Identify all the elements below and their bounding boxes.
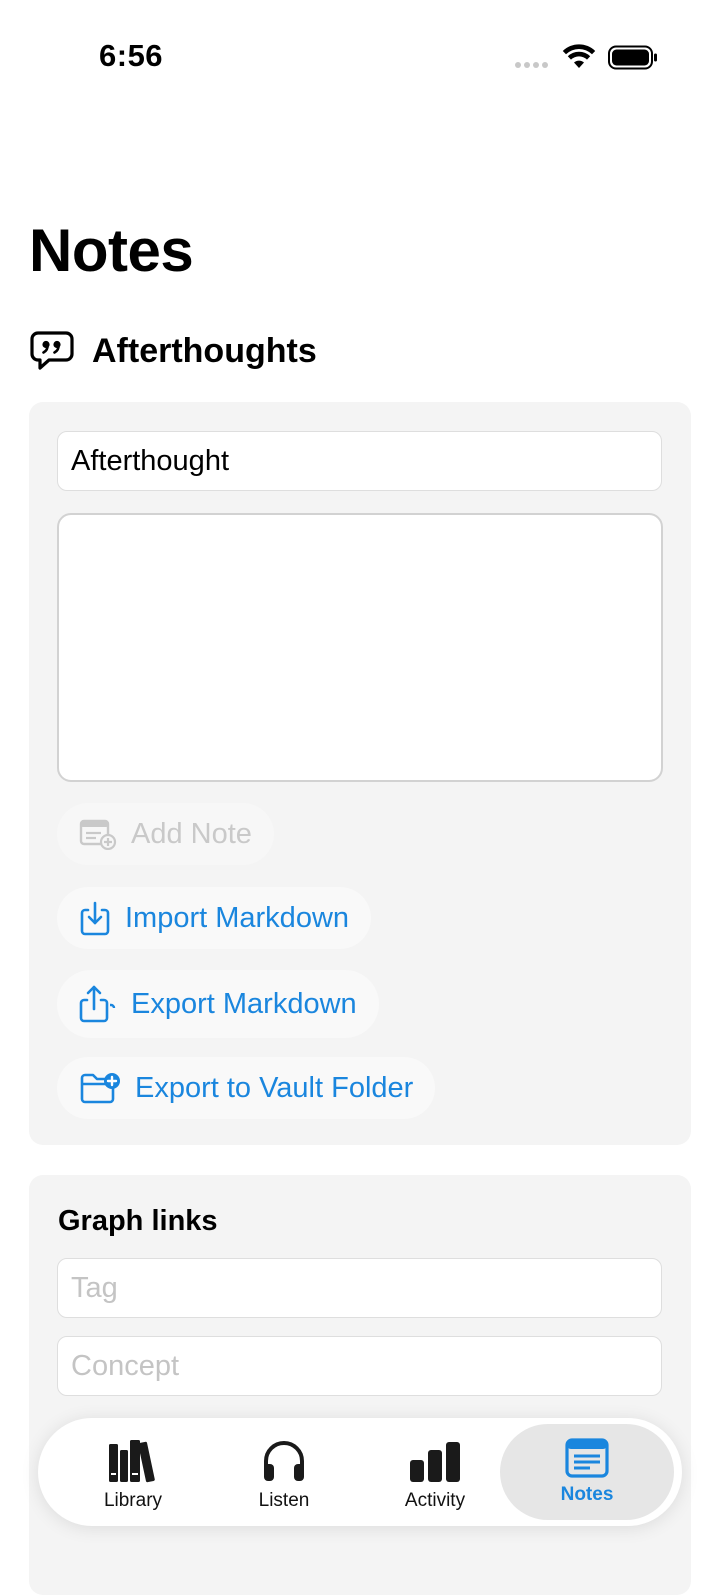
tab-activity-label: Activity	[404, 1490, 466, 1511]
books-icon	[109, 1440, 155, 1483]
export-icon	[79, 985, 116, 1023]
headphones-icon	[264, 1441, 304, 1481]
tab-bar: Library Listen Activity Notes	[38, 1418, 682, 1526]
graph-links-card: Graph links	[29, 1175, 691, 1595]
tab-listen[interactable]: Listen	[202, 1424, 366, 1520]
status-time: 6:56	[99, 38, 164, 73]
note-editor-card: Add Note Import Markdown Export Markdown…	[29, 402, 691, 1145]
import-markdown-label: Import Markdown	[125, 901, 350, 934]
add-note-button[interactable]: Add Note	[57, 803, 274, 865]
add-note-icon	[79, 819, 117, 850]
import-markdown-button[interactable]: Import Markdown	[57, 887, 372, 949]
concept-input[interactable]	[57, 1336, 662, 1396]
tab-notes-label: Notes	[560, 1484, 614, 1505]
tab-library[interactable]: Library	[51, 1424, 215, 1520]
export-markdown-label: Export Markdown	[131, 987, 357, 1020]
folder-add-icon	[80, 1073, 120, 1104]
section-title: Afterthoughts	[92, 331, 317, 370]
tab-notes[interactable]: Notes	[500, 1424, 674, 1520]
export-vault-button[interactable]: Export to Vault Folder	[57, 1057, 436, 1119]
export-markdown-button[interactable]: Export Markdown	[57, 970, 379, 1038]
tab-activity[interactable]: Activity	[353, 1424, 517, 1520]
section-header: Afterthoughts	[30, 328, 317, 374]
notes-icon	[565, 1438, 609, 1478]
tab-library-label: Library	[103, 1490, 163, 1511]
battery-icon	[608, 45, 657, 70]
page-title: Notes	[29, 217, 194, 284]
cellular-signal-icon	[515, 62, 551, 68]
wifi-icon	[562, 44, 596, 68]
import-icon	[80, 901, 110, 936]
graph-links-title: Graph links	[58, 1205, 218, 1237]
add-note-label: Add Note	[131, 817, 252, 850]
note-body-textarea[interactable]	[57, 513, 663, 782]
tab-listen-label: Listen	[258, 1490, 310, 1511]
quote-bubble-icon	[30, 331, 74, 370]
note-title-input[interactable]	[57, 431, 662, 491]
bar-chart-icon	[410, 1442, 460, 1482]
export-vault-label: Export to Vault Folder	[135, 1071, 414, 1104]
status-bar: 6:56	[0, 0, 720, 110]
tag-input[interactable]	[57, 1258, 662, 1318]
